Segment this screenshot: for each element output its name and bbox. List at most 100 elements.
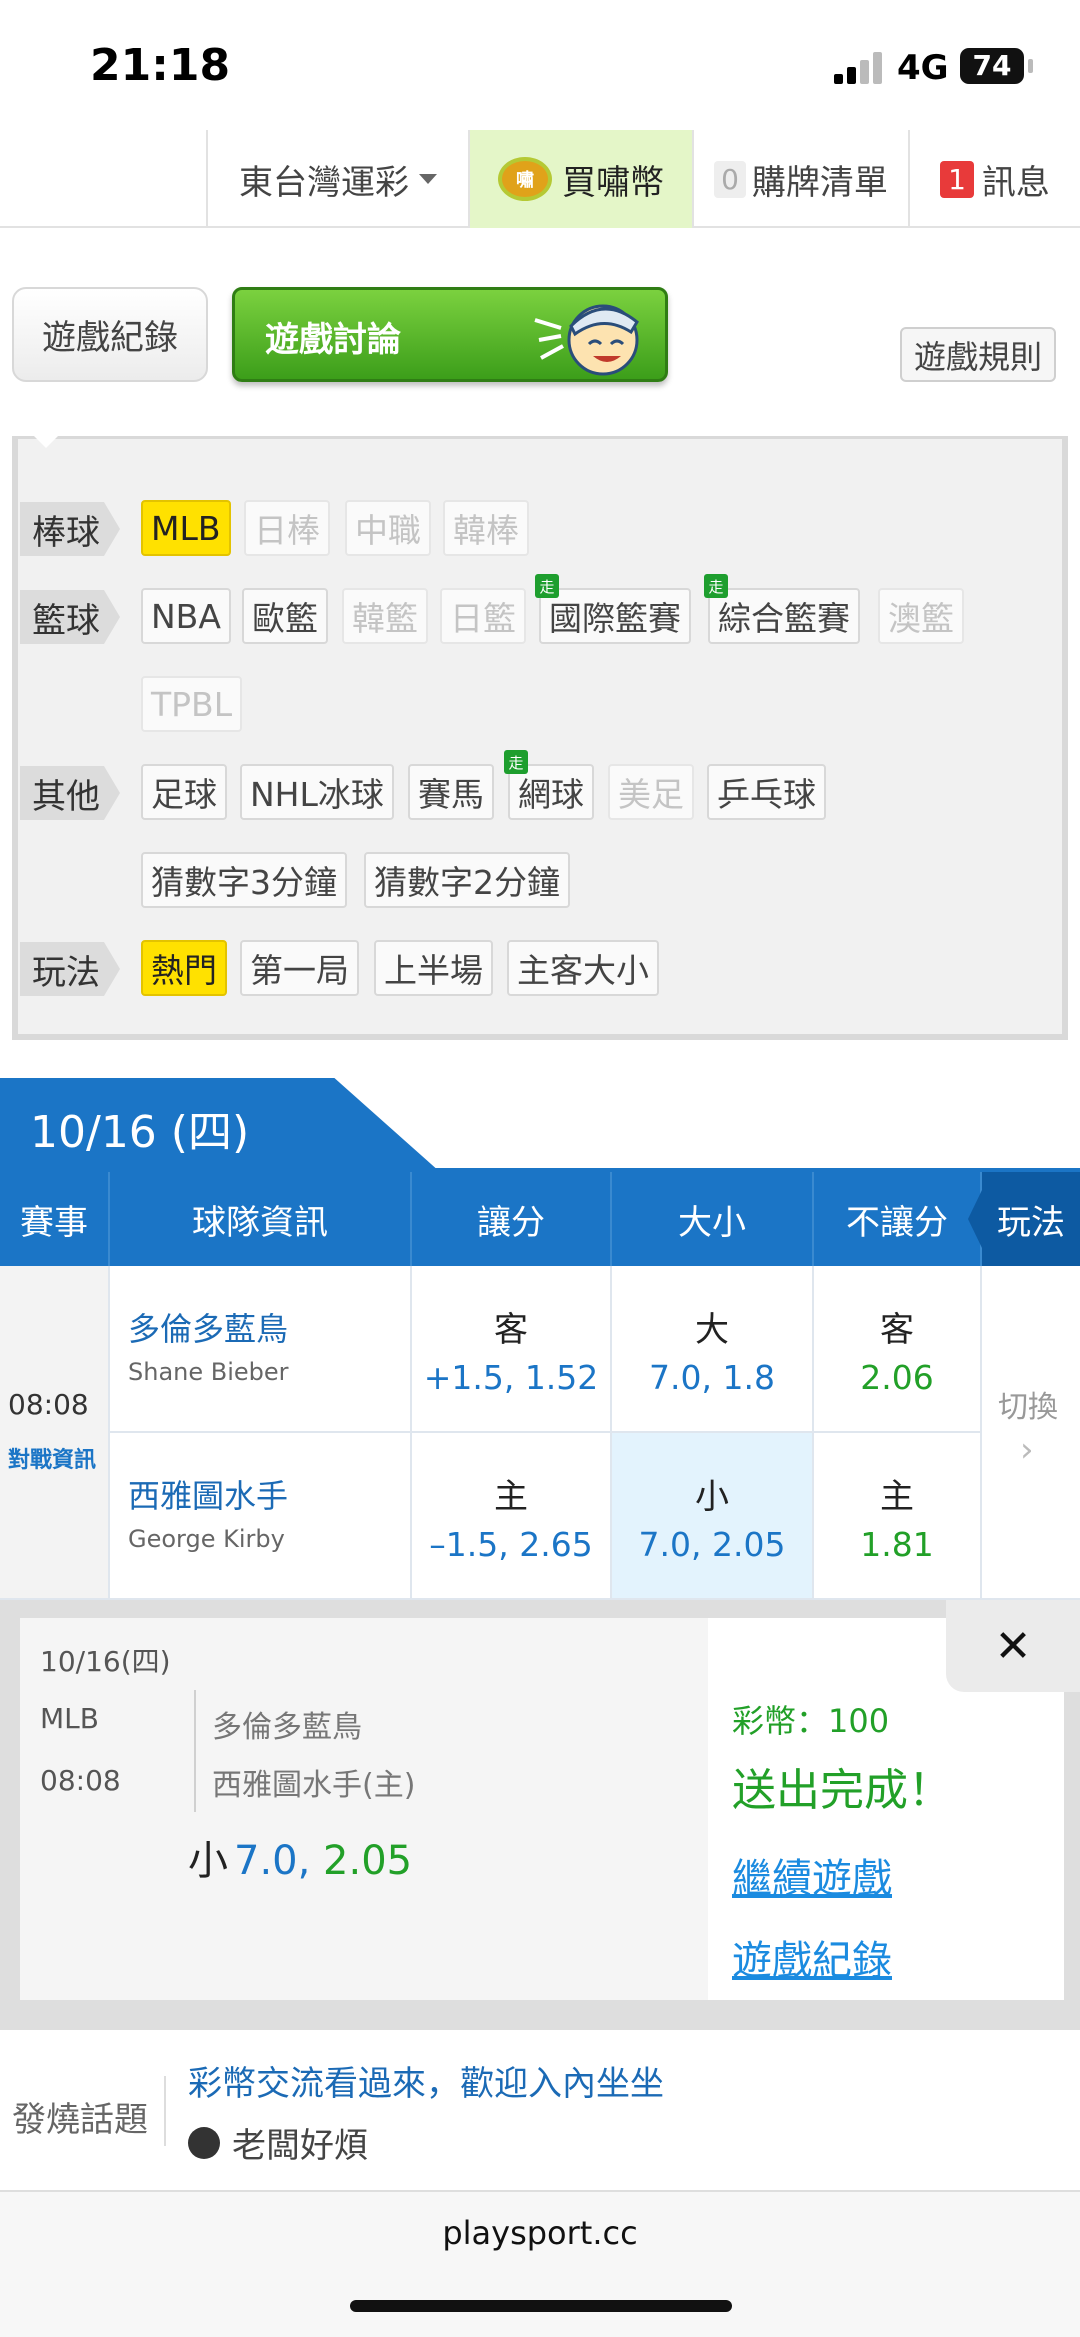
ticket-pick: 小 7.0, 2.05 (188, 1838, 413, 1884)
chip-tennis[interactable]: 走 網球 (504, 750, 594, 820)
total-odds-over[interactable]: 大 7.0, 1.8 (612, 1266, 814, 1433)
team-row-away: 多倫多藍鳥 Shane Bieber (110, 1266, 412, 1433)
chip-horse-racing[interactable]: 賽馬 (408, 764, 494, 820)
top-nav: 東台灣運彩 嘯 買嘯幣 0 購牌清單 1 訊息 (0, 130, 1080, 228)
chip-nhl[interactable]: NHL冰球 (240, 764, 394, 820)
topic-author: 老闆好煩 (188, 2118, 368, 2167)
odds-table-header: 賽事 球隊資訊 讓分 大小 不讓分 玩法 (0, 1172, 1080, 1266)
spread-odds-away[interactable]: 客 +1.5, 1.52 (412, 1266, 612, 1433)
spread-odds-home[interactable]: 主 –1.5, 2.65 (412, 1433, 612, 1600)
walk-badge: 走 (504, 750, 528, 774)
continue-game-link[interactable]: 繼續遊戲 (732, 1846, 892, 1904)
hot-topic-bar: 發燒話題 彩幣交流看過來，歡迎入內坐坐 老闆好煩 (0, 2028, 1080, 2192)
coin-icon: 嘯 (498, 157, 552, 201)
chip-combined-basketball[interactable]: 走 綜合籃賽 (704, 574, 860, 644)
game-record-link[interactable]: 遊戲紀錄 (732, 1928, 892, 1986)
ticket-team-home: 西雅圖水手(主) (212, 1768, 416, 1803)
chip-soccer[interactable]: 足球 (141, 764, 227, 820)
buy-coins-button[interactable]: 嘯 買嘯幣 (470, 130, 694, 228)
odds-table: 08:08 對戰資訊 多倫多藍鳥 Shane Bieber 客 +1.5, 1.… (0, 1266, 1080, 1600)
walk-badge: 走 (535, 574, 559, 598)
chip-kbo[interactable]: 韓棒 (443, 500, 529, 556)
chip-guess-2min[interactable]: 猜數字2分鐘 (364, 852, 570, 908)
region-label: 東台灣運彩 (239, 162, 409, 203)
chip-home-away-total[interactable]: 主客大小 (507, 940, 659, 996)
chip-cpbl[interactable]: 中職 (345, 500, 431, 556)
chip-npb[interactable]: 日棒 (244, 500, 330, 556)
hot-topic-label: 發燒話題 (12, 2100, 148, 2140)
cart-count-badge: 0 (714, 160, 746, 198)
ticket-team-away: 多倫多藍鳥 (212, 1710, 362, 1745)
cart-button[interactable]: 0 購牌清單 (694, 130, 910, 228)
moneyline-odds-home[interactable]: 主 1.81 (814, 1433, 982, 1600)
header-event: 賽事 (0, 1172, 110, 1266)
chip-korea-basketball[interactable]: 韓籃 (342, 588, 428, 644)
switch-label: 切換 (998, 1390, 1058, 1425)
ticket-league: MLB (40, 1702, 99, 1735)
signal-icon (834, 50, 884, 84)
match-info-link[interactable]: 對戰資訊 (8, 1442, 96, 1474)
header-spread: 讓分 (412, 1172, 612, 1266)
caret-down-icon (419, 174, 437, 184)
moneyline-odds-away[interactable]: 客 2.06 (814, 1266, 982, 1433)
mascot-icon (534, 304, 639, 376)
messages-button[interactable]: 1 訊息 (910, 130, 1080, 228)
chip-japan-basketball[interactable]: 日籃 (440, 588, 526, 644)
network-type: 4G (897, 48, 949, 88)
game-record-button[interactable]: 遊戲紀錄 (12, 287, 208, 382)
close-icon[interactable]: ✕ (946, 1600, 1080, 1692)
total-odds-under-selected[interactable]: 小 7.0, 2.05 (612, 1433, 814, 1600)
game-rules-button[interactable]: 遊戲規則 (900, 327, 1056, 382)
team-row-home: 西雅圖水手 George Kirby (110, 1433, 412, 1600)
cart-label: 購牌清單 (751, 162, 888, 203)
chip-hot[interactable]: 熱門 (141, 940, 227, 996)
chip-aus-basketball[interactable]: 澳籃 (878, 588, 964, 644)
header-moneyline: 不讓分 (814, 1172, 982, 1266)
other-label: 其他 (20, 766, 120, 820)
walk-badge: 走 (704, 574, 728, 598)
header-team-info: 球隊資訊 (110, 1172, 412, 1266)
bet-confirmation-panel: 10/16(四) MLB 08:08 多倫多藍鳥 西雅圖水手(主) 小 7.0, … (0, 1600, 1080, 2028)
buy-coins-label: 買嘯幣 (562, 162, 664, 203)
coin-balance: 彩幣：100 (732, 1702, 890, 1740)
submit-success-text: 送出完成！ (732, 1765, 952, 1816)
baseball-label: 棒球 (20, 502, 120, 556)
ticket-date: 10/16(四) (40, 1645, 171, 1678)
messages-label: 訊息 (981, 162, 1050, 203)
game-discussion-button[interactable]: 遊戲討論 (232, 287, 668, 382)
ticket-time: 08:08 (40, 1764, 121, 1797)
chevron-right-icon: › (1020, 1430, 1034, 1470)
header-play-type[interactable]: 玩法 (968, 1172, 1080, 1266)
chip-first-inning[interactable]: 第一局 (240, 940, 359, 996)
team-name[interactable]: 西雅圖水手 (128, 1471, 288, 1517)
browser-url-bar[interactable]: playsport.cc (0, 2192, 1080, 2337)
clock: 21:18 (90, 40, 231, 91)
chip-mlb[interactable]: MLB (141, 500, 231, 556)
region-dropdown[interactable]: 東台灣運彩 (208, 130, 470, 228)
author-name: 老闆好煩 (232, 2126, 368, 2166)
play-type-label: 玩法 (20, 942, 120, 996)
chip-intl-basketball[interactable]: 走 國際籃賽 (535, 574, 691, 644)
match-info-cell: 08:08 對戰資訊 (0, 1266, 110, 1600)
status-bar: 21:18 4G 74 (0, 0, 1080, 130)
chip-guess-3min[interactable]: 猜數字3分鐘 (141, 852, 347, 908)
date-label: 10/16 (四) (30, 1107, 250, 1158)
switch-play-button[interactable]: 切換 › (982, 1266, 1080, 1600)
chip-first-half[interactable]: 上半場 (374, 940, 493, 996)
chip-american-football[interactable]: 美足 (608, 764, 694, 820)
hot-topic-link[interactable]: 彩幣交流看過來，歡迎入內坐坐 (188, 2056, 664, 2105)
pitcher-name: George Kirby (128, 1525, 285, 1553)
basketball-label: 籃球 (20, 590, 120, 644)
game-discussion-label: 遊戲討論 (265, 320, 401, 360)
chip-table-tennis[interactable]: 乒乓球 (707, 764, 826, 820)
battery-icon: 74 (960, 48, 1033, 84)
avatar (188, 2126, 220, 2159)
home-indicator[interactable] (350, 2300, 732, 2312)
pitcher-name: Shane Bieber (128, 1358, 289, 1386)
team-name[interactable]: 多倫多藍鳥 (128, 1304, 288, 1350)
chip-nba[interactable]: NBA (141, 588, 231, 644)
chip-euro-basketball[interactable]: 歐籃 (242, 588, 328, 644)
header-total: 大小 (612, 1172, 814, 1266)
chip-tpbl[interactable]: TPBL (141, 676, 243, 732)
message-count-badge: 1 (940, 160, 974, 198)
